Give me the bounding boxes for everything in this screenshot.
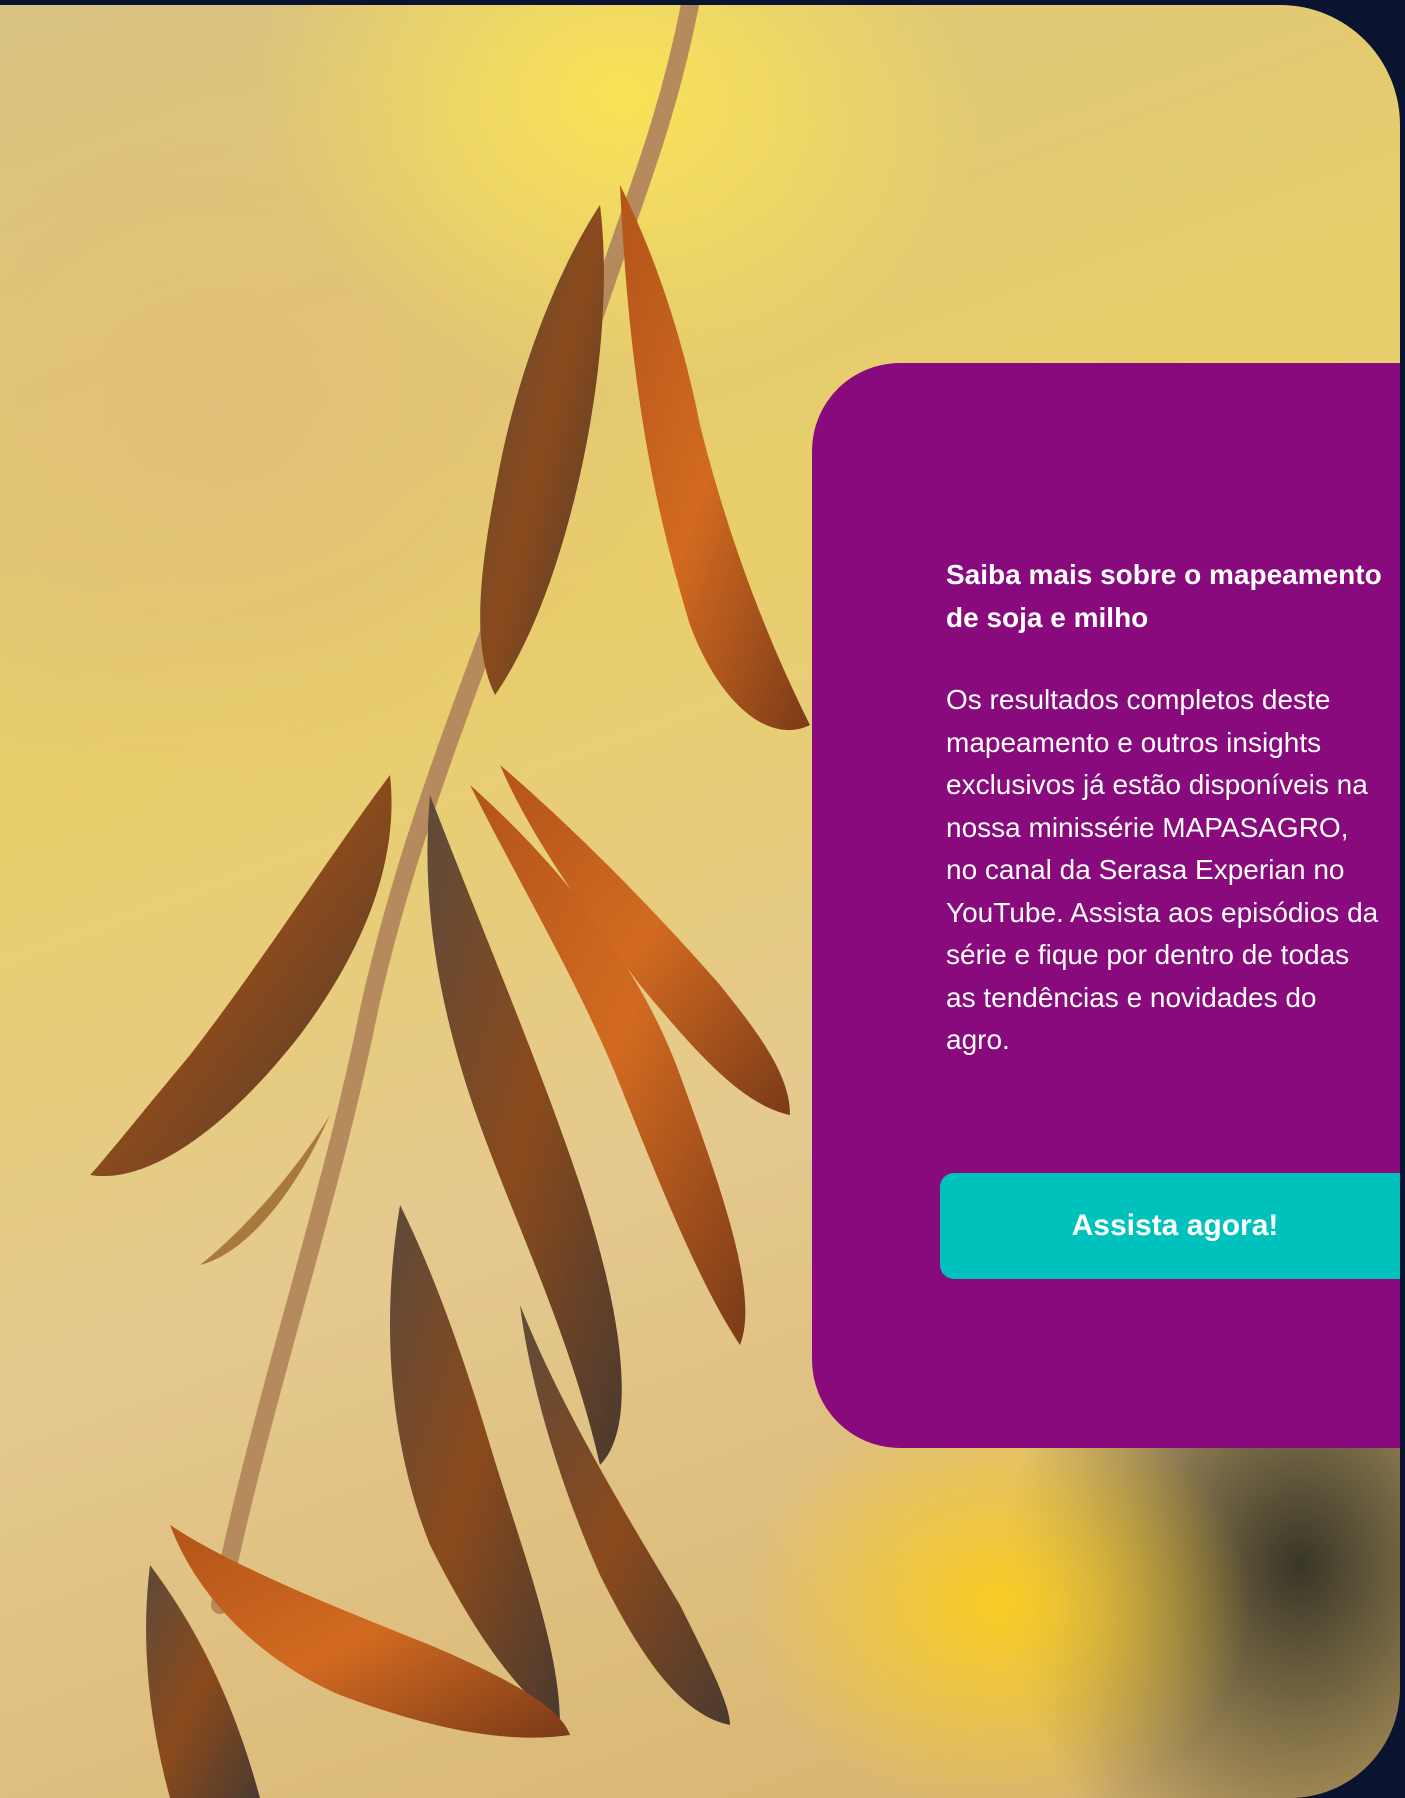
watch-now-button[interactable]: Assista agora!	[940, 1173, 1400, 1279]
panel-title: Saiba mais sobre o mapeamento de soja e …	[946, 559, 1382, 633]
info-panel: Saiba mais sobre o mapeamento de soja e …	[812, 363, 1400, 1448]
hero-card: Saiba mais sobre o mapeamento de soja e …	[0, 5, 1400, 1798]
panel-description: Os resultados completos deste mapeamento…	[946, 684, 1379, 1055]
